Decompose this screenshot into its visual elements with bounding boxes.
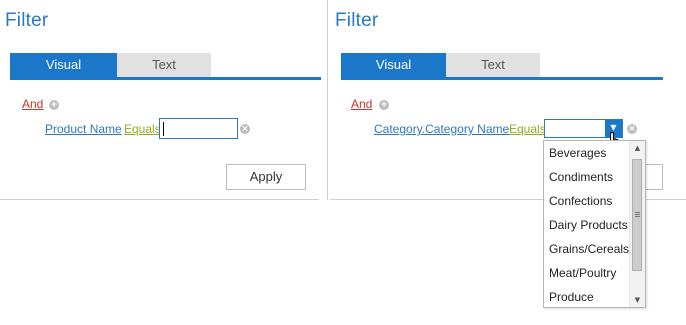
dropdown-option[interactable]: Beverages [549, 146, 606, 160]
value-input[interactable] [159, 118, 238, 139]
left-bottom-rule [0, 199, 319, 200]
panel-title: Filter [335, 10, 379, 31]
panel-divider [327, 0, 328, 200]
close-circle-icon[interactable]: × [627, 124, 637, 134]
scroll-down-icon[interactable]: ▼ [630, 293, 645, 307]
operator-link[interactable]: Equals [124, 122, 161, 136]
tab-bar: Visual Text [10, 53, 327, 77]
tab-text[interactable]: Text [117, 53, 211, 77]
tab-bar: Visual Text [341, 53, 664, 77]
scroll-thumb[interactable] [632, 159, 642, 271]
dropdown-option[interactable]: Condiments [549, 170, 613, 184]
dropdown-option[interactable]: Grains/Cereals [549, 242, 629, 256]
tab-text[interactable]: Text [446, 53, 540, 77]
tab-visual[interactable]: Visual [10, 53, 117, 77]
tab-underline [10, 77, 321, 80]
field-name-link[interactable]: Product Name [45, 122, 122, 136]
dropdown-option[interactable]: Dairy Products [549, 218, 628, 232]
plus-circle-icon[interactable]: + [379, 100, 389, 110]
dropdown-option[interactable]: Produce [549, 290, 594, 304]
tab-underline [341, 77, 663, 80]
close-circle-icon[interactable]: × [240, 124, 250, 134]
dropdown-scrollbar[interactable]: ▲ ▼ [629, 141, 645, 307]
scroll-up-icon[interactable]: ▲ [630, 141, 645, 155]
tab-visual[interactable]: Visual [341, 53, 446, 77]
dropdown-option[interactable]: Confections [549, 194, 612, 208]
category-dropdown-list[interactable]: Beverages Condiments Confections Dairy Prod… [543, 140, 646, 308]
text-caret [163, 122, 164, 136]
filter-panel-left: Filter Visual Text And + Product Name Eq… [0, 0, 327, 200]
operator-link[interactable]: Equals [509, 122, 546, 136]
plus-circle-icon[interactable]: + [49, 100, 59, 110]
dropdown-option[interactable]: Meat/Poultry [549, 266, 616, 280]
field-name-link[interactable]: Category.Category Name [374, 122, 509, 136]
logic-operator-link[interactable]: And [22, 97, 43, 111]
panel-title: Filter [5, 10, 49, 31]
logic-operator-link[interactable]: And [351, 97, 372, 111]
apply-button[interactable]: Apply [226, 164, 306, 190]
